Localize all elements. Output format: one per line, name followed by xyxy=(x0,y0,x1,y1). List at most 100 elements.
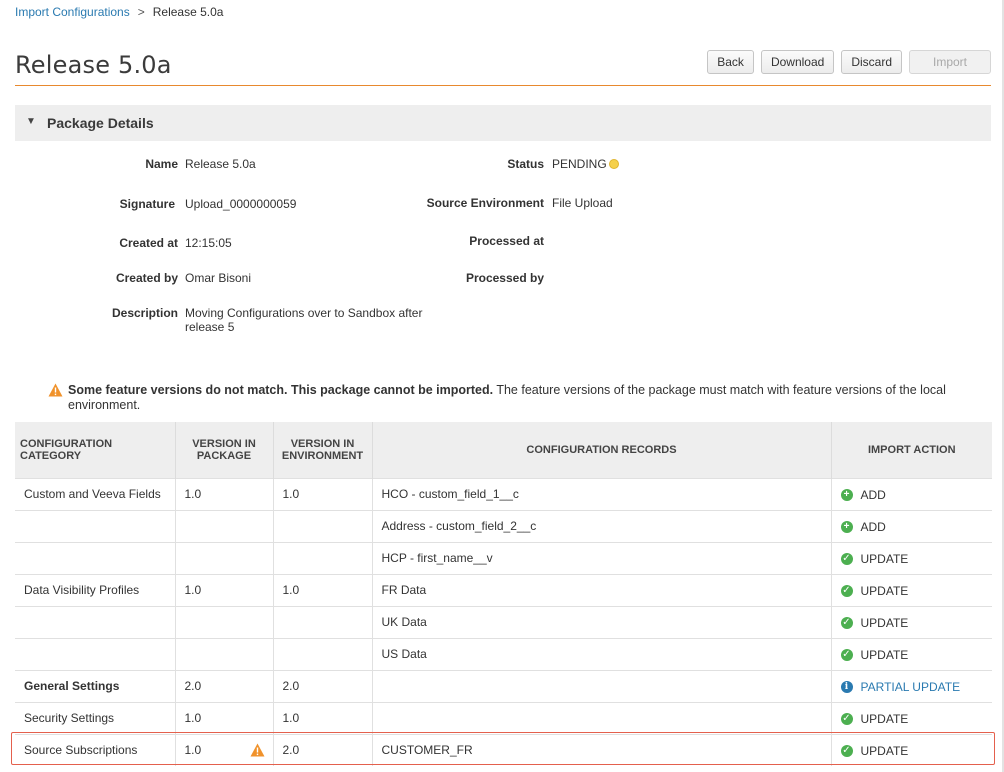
cell-version-package xyxy=(175,605,274,638)
table-row: UK Data ✓ UPDATE xyxy=(15,605,992,638)
cell-category: Data Visibility Profiles xyxy=(15,573,176,606)
action-buttons: Back Download Discard Import xyxy=(707,50,991,74)
cell-import-action: ✓ UPDATE xyxy=(831,637,992,670)
cell-import-action: ✓ UPDATE xyxy=(831,573,992,606)
table-row: Security Settings 1.0 1.0 ✓ UPDATE xyxy=(15,701,992,734)
discard-button[interactable]: Discard xyxy=(841,50,902,74)
cell-version-package: 1.0 xyxy=(175,573,274,606)
created-at-label: Created at xyxy=(119,236,178,250)
add-icon: + xyxy=(840,489,853,501)
cell-record: CUSTOMER_FR xyxy=(372,733,832,766)
cell-version-package: 1.0 xyxy=(175,701,274,734)
created-by-value: Omar Bisoni xyxy=(185,271,252,285)
column-header-category[interactable]: CONFIGURATION CATEGORY xyxy=(15,422,176,478)
status-label: Status xyxy=(507,157,544,171)
cell-record: UK Data xyxy=(372,605,832,638)
status-text: PENDING xyxy=(552,157,607,171)
table-header-row: CONFIGURATION CATEGORY VERSION IN PACKAGE … xyxy=(15,422,992,478)
table-row: General Settings 2.0 2.0 i PARTIAL UPDATE xyxy=(15,669,992,702)
breadcrumb-separator: > xyxy=(137,5,145,19)
breadcrumb: Import Configurations > Release 5.0a xyxy=(15,5,223,19)
column-header-import-action[interactable]: IMPORT ACTION xyxy=(831,422,992,478)
cell-version-package: 1.0 xyxy=(175,477,274,510)
cell-version-environment xyxy=(273,637,373,670)
cell-category: Security Settings xyxy=(15,701,176,734)
cell-version-environment: 1.0 xyxy=(273,573,373,606)
check-icon: ✓ xyxy=(840,649,853,661)
table-row: US Data ✓ UPDATE xyxy=(15,637,992,670)
cell-import-action: + ADD xyxy=(831,509,992,542)
breadcrumb-current: Release 5.0a xyxy=(152,5,224,19)
cell-version-package: 2.0 xyxy=(175,669,274,702)
page-header: Release 5.0a Back Download Discard Impor… xyxy=(15,42,991,86)
cell-version-environment xyxy=(273,541,373,574)
back-button[interactable]: Back xyxy=(707,50,754,74)
page-title: Release 5.0a xyxy=(15,51,172,79)
cell-import-action: + ADD xyxy=(831,477,992,510)
check-icon: ✓ xyxy=(840,553,853,565)
cell-version-environment: 1.0 xyxy=(273,701,373,734)
description-label: Description xyxy=(111,306,178,320)
warning-icon xyxy=(48,383,63,401)
column-header-configuration-records[interactable]: CONFIGURATION RECORDS xyxy=(372,422,832,478)
info-icon: i xyxy=(840,681,853,693)
name-label: Name xyxy=(145,157,178,171)
package-details-title: Package Details xyxy=(47,115,154,131)
cell-category: Source Subscriptions xyxy=(15,733,176,766)
cell-record: HCP - first_name__v xyxy=(372,541,832,574)
breadcrumb-link-import-configurations[interactable]: Import Configurations xyxy=(15,5,130,19)
status-value: PENDING xyxy=(552,157,619,171)
source-environment-label: Source Environment xyxy=(426,196,544,210)
package-details-header[interactable]: ▼ Package Details xyxy=(15,105,991,141)
cell-category xyxy=(15,605,176,638)
table-row: HCP - first_name__v ✓ UPDATE xyxy=(15,541,992,574)
cell-category: General Settings xyxy=(15,669,176,702)
cell-version-environment: 1.0 xyxy=(273,477,373,510)
check-icon: ✓ xyxy=(840,745,853,758)
signature-label: Signature xyxy=(119,197,175,211)
created-at-value: 12:15:05 xyxy=(185,236,232,250)
partial-update-link[interactable]: PARTIAL UPDATE xyxy=(861,680,961,694)
cell-category xyxy=(15,541,176,574)
check-icon: ✓ xyxy=(840,713,853,725)
download-button[interactable]: Download xyxy=(760,50,835,74)
cell-import-action: ✓ UPDATE xyxy=(831,733,992,766)
cell-category xyxy=(15,637,176,670)
processed-at-label: Processed at xyxy=(469,234,544,248)
cell-category xyxy=(15,509,176,542)
add-icon: + xyxy=(840,521,853,533)
pending-status-icon xyxy=(608,159,619,169)
cell-import-action: ✓ UPDATE xyxy=(831,541,992,574)
cell-version-environment xyxy=(273,605,373,638)
processed-by-label: Processed by xyxy=(465,271,544,285)
cell-version-environment: 2.0 xyxy=(273,669,373,702)
import-button[interactable]: Import xyxy=(909,50,991,74)
version-mismatch-icon xyxy=(250,743,265,760)
column-header-version-package[interactable]: VERSION IN PACKAGE xyxy=(175,422,274,478)
cell-import-action: i PARTIAL UPDATE xyxy=(831,669,992,702)
cell-version-package xyxy=(175,541,274,574)
cell-version-package xyxy=(175,509,274,542)
description-value: Moving Configurations over to Sandbox af… xyxy=(185,306,422,334)
cell-record: HCO - custom_field_1__c xyxy=(372,477,832,510)
check-icon: ✓ xyxy=(840,585,853,597)
cell-record: Address - custom_field_2__c xyxy=(372,509,832,542)
cell-version-environment xyxy=(273,509,373,542)
table-row: Custom and Veeva Fields 1.0 1.0 HCO - cu… xyxy=(15,477,992,510)
created-by-label: Created by xyxy=(115,271,178,285)
warning-bold-text: Some feature versions do not match. This… xyxy=(68,383,494,397)
cell-import-action: ✓ UPDATE xyxy=(831,605,992,638)
cell-record: US Data xyxy=(372,637,832,670)
table-row: Source Subscriptions 1.0 2.0 CUSTOMER_FR… xyxy=(15,733,992,766)
check-icon: ✓ xyxy=(840,617,853,629)
source-environment-value: File Upload xyxy=(552,196,613,210)
cell-version-package: 1.0 xyxy=(175,733,274,766)
cell-version-environment: 2.0 xyxy=(273,733,373,766)
cell-version-package xyxy=(175,637,274,670)
cell-record: FR Data xyxy=(372,573,832,606)
column-header-version-environment[interactable]: VERSION IN ENVIRONMENT xyxy=(273,422,373,478)
cell-category: Custom and Veeva Fields xyxy=(15,477,176,510)
cell-import-action: ✓ UPDATE xyxy=(831,701,992,734)
collapse-triangle-icon[interactable]: ▼ xyxy=(26,116,36,127)
configuration-table: CONFIGURATION CATEGORY VERSION IN PACKAGE … xyxy=(15,422,992,766)
